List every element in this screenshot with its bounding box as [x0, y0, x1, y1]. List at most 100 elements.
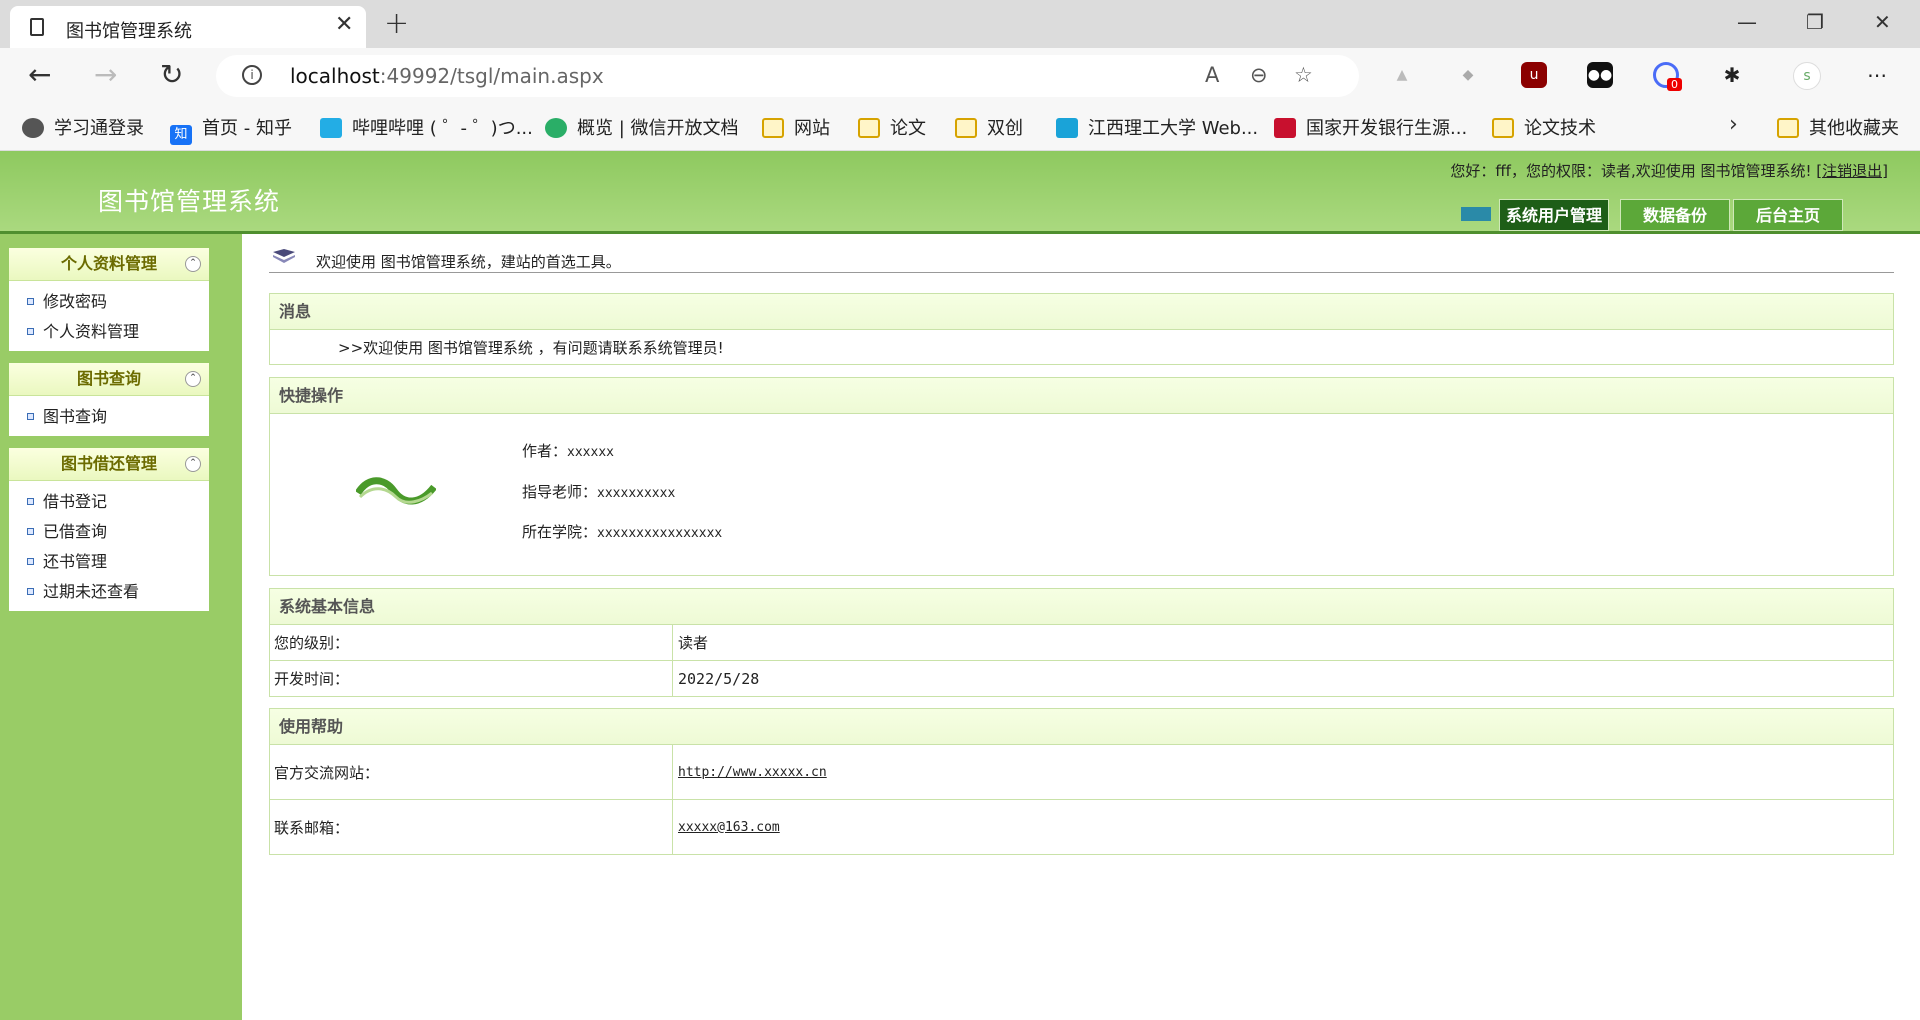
book-icon [273, 249, 295, 263]
folder-icon [1777, 118, 1799, 138]
wechat-icon [545, 118, 567, 138]
message-title: 消息 [270, 294, 1893, 330]
bookmark-label: 论文技术 [1524, 118, 1596, 139]
bookmark-label: 首页 - 知乎 [202, 118, 292, 139]
collapse-icon[interactable]: ⌃ [185, 456, 201, 472]
bookmark-item[interactable]: 双创 [955, 114, 1023, 140]
close-tab-icon[interactable]: ✕ [335, 12, 353, 37]
sidebar-item[interactable]: 图书查询 [9, 402, 209, 432]
sidebar-item[interactable]: 借书登记 [9, 487, 209, 517]
zhihu-icon: 知 [170, 125, 192, 145]
bookmark-item[interactable]: 哔哩哔哩 ( ゜- ゜)つ... [320, 114, 533, 140]
forward-icon[interactable]: → [94, 58, 117, 91]
collapse-icon[interactable]: ⌃ [185, 256, 201, 272]
greeting-bar: 欢迎使用 图书馆管理系统，建站的首选工具。 [269, 234, 1894, 273]
bookmark-label: 其他收藏夹 [1809, 118, 1899, 139]
level-label: 您的级别： [270, 625, 673, 660]
browser-toolbar: ← → ↻ i localhost:49992/tsgl/main.aspx A… [0, 48, 1920, 104]
minimize-icon[interactable]: — [1737, 10, 1757, 34]
website-link[interactable]: http://www.xxxxx.cn [678, 765, 827, 780]
bookmarks-overflow-icon[interactable]: › [1729, 112, 1738, 137]
bookmark-label: 哔哩哔哩 ( ゜- ゜)つ... [352, 118, 533, 139]
teacher-line: 指导老师：xxxxxxxxxx [522, 483, 676, 501]
restore-icon[interactable]: ❐ [1806, 10, 1824, 34]
quick-actions-title: 快捷操作 [270, 378, 1893, 414]
web-page: 图书馆管理系统 您好：fff，您的权限：读者,欢迎使用 图书馆管理系统! [注销… [0, 151, 1920, 1020]
top-nav-button[interactable]: 后台主页 [1733, 199, 1843, 231]
bookmark-label: 江西理工大学 Web... [1088, 118, 1259, 139]
message-box: 消息 >>欢迎使用 图书馆管理系统 ，有问题请联系系统管理员! [269, 293, 1894, 365]
zoom-out-icon[interactable]: ⊖ [1250, 63, 1268, 87]
sidebar-item[interactable]: 修改密码 [9, 287, 209, 317]
read-aloud-icon[interactable]: A [1205, 63, 1219, 87]
window-close-icon[interactable]: ✕ [1874, 10, 1891, 34]
sidebar-panel-header[interactable]: 图书查询 ⌃ [9, 363, 209, 396]
bookmark-item[interactable]: 其他收藏夹 [1777, 114, 1899, 140]
email-label: 联系邮箱： [270, 800, 673, 854]
bookmark-item[interactable]: 概览 | 微信开放文档 [545, 114, 739, 140]
nav-toggle-icon[interactable] [1461, 207, 1491, 221]
ublock-icon[interactable]: u [1521, 62, 1547, 88]
swirl-logo-icon [356, 477, 436, 505]
website-label: 官方交流网站： [270, 745, 673, 799]
extensions-icon[interactable]: ✱ [1719, 62, 1745, 88]
system-info-box: 系统基本信息 您的级别： 读者 开发时间： 2022/5/28 [269, 588, 1894, 697]
bookmark-item[interactable]: 网站 [762, 114, 830, 140]
page-icon [30, 18, 44, 36]
system-info-title: 系统基本信息 [270, 589, 1893, 624]
more-menu-icon[interactable]: ⋯ [1864, 62, 1890, 88]
tab-strip: 图书馆管理系统 ✕ + — ❐ ✕ [0, 0, 1920, 48]
sidebar-item[interactable]: 还书管理 [9, 547, 209, 577]
site-logo: 图书馆管理系统 [98, 187, 281, 216]
extension-badge: 0 [1667, 78, 1682, 91]
bookmark-item[interactable]: 知首页 - 知乎 [170, 114, 292, 145]
back-icon[interactable]: ← [28, 58, 51, 91]
bookmarks-bar: 学习通登录 知首页 - 知乎 哔哩哔哩 ( ゜- ゜)つ... 概览 | 微信开放文档… [0, 104, 1920, 151]
sidebar-panel-title: 图书查询 [76, 369, 141, 388]
add-favorite-icon[interactable]: ☆ [1294, 63, 1313, 87]
bookmark-item[interactable]: 学习通登录 [22, 114, 144, 140]
site-header: 图书馆管理系统 您好：fff，您的权限：读者,欢迎使用 图书馆管理系统! [注销… [0, 151, 1920, 234]
bookmark-label: 国家开发银行生源... [1306, 118, 1468, 139]
sidebar-panel-header[interactable]: 个人资料管理 ⌃ [9, 248, 209, 281]
new-tab-button[interactable]: + [384, 6, 409, 41]
help-box: 使用帮助 官方交流网站： http://www.xxxxx.cn 联系邮箱： x… [269, 708, 1894, 855]
url-text[interactable]: localhost:49992/tsgl/main.aspx [290, 64, 604, 88]
collapse-icon[interactable]: ⌃ [185, 371, 201, 387]
top-nav-button[interactable]: 系统用户管理 [1499, 199, 1609, 231]
top-nav: 系统用户管理 数据备份 后台主页 [1461, 199, 1899, 231]
bookmark-label: 学习通登录 [54, 118, 144, 139]
extension-a-icon[interactable]: ▲ [1389, 62, 1415, 88]
site-info-icon[interactable]: i [242, 65, 262, 85]
sidebar-item[interactable]: 过期未还查看 [9, 577, 209, 607]
author-line: 作者：xxxxxx [522, 442, 614, 460]
sidebar-panel-title: 图书借还管理 [60, 454, 157, 473]
college-line: 所在学院：xxxxxxxxxxxxxxxx [522, 523, 723, 541]
address-bar[interactable]: i localhost:49992/tsgl/main.aspx A ⊖ ☆ [216, 55, 1359, 97]
sidebar-item[interactable]: 已借查询 [9, 517, 209, 547]
profile-avatar[interactable]: s [1793, 62, 1821, 90]
email-link[interactable]: xxxxx@163.com [678, 820, 780, 835]
sidebar-panel: 图书查询 ⌃ 图书查询 [9, 363, 209, 436]
folder-icon [955, 118, 977, 138]
bookmark-item[interactable]: 论文技术 [1492, 114, 1596, 140]
bookmark-item[interactable]: 国家开发银行生源... [1274, 114, 1467, 140]
tab-title: 图书馆管理系统 [66, 21, 192, 42]
logout-link[interactable]: [注销退出] [1816, 162, 1888, 180]
browser-tab[interactable]: 图书馆管理系统 ✕ [10, 6, 366, 48]
table-row: 官方交流网站： http://www.xxxxx.cn [270, 744, 1893, 799]
extension-shield-icon[interactable]: ◆ [1455, 62, 1481, 88]
bilibili-icon [320, 118, 342, 138]
bookmark-item[interactable]: 论文 [858, 114, 926, 140]
refresh-icon[interactable]: ↻ [160, 58, 183, 91]
bank-icon [1274, 118, 1296, 138]
dev-time-label: 开发时间： [270, 661, 673, 696]
message-text: >>欢迎使用 图书馆管理系统 ，有问题请联系系统管理员! [338, 339, 724, 357]
extension-face-icon[interactable]: ●● [1587, 62, 1613, 88]
sidebar-item[interactable]: 个人资料管理 [9, 317, 209, 347]
bookmark-label: 网站 [794, 118, 830, 139]
bookmark-item[interactable]: 江西理工大学 Web... [1056, 114, 1258, 140]
sidebar-panel: 个人资料管理 ⌃ 修改密码 个人资料管理 [9, 248, 209, 351]
top-nav-button[interactable]: 数据备份 [1620, 199, 1730, 231]
sidebar-panel-header[interactable]: 图书借还管理 ⌃ [9, 448, 209, 481]
